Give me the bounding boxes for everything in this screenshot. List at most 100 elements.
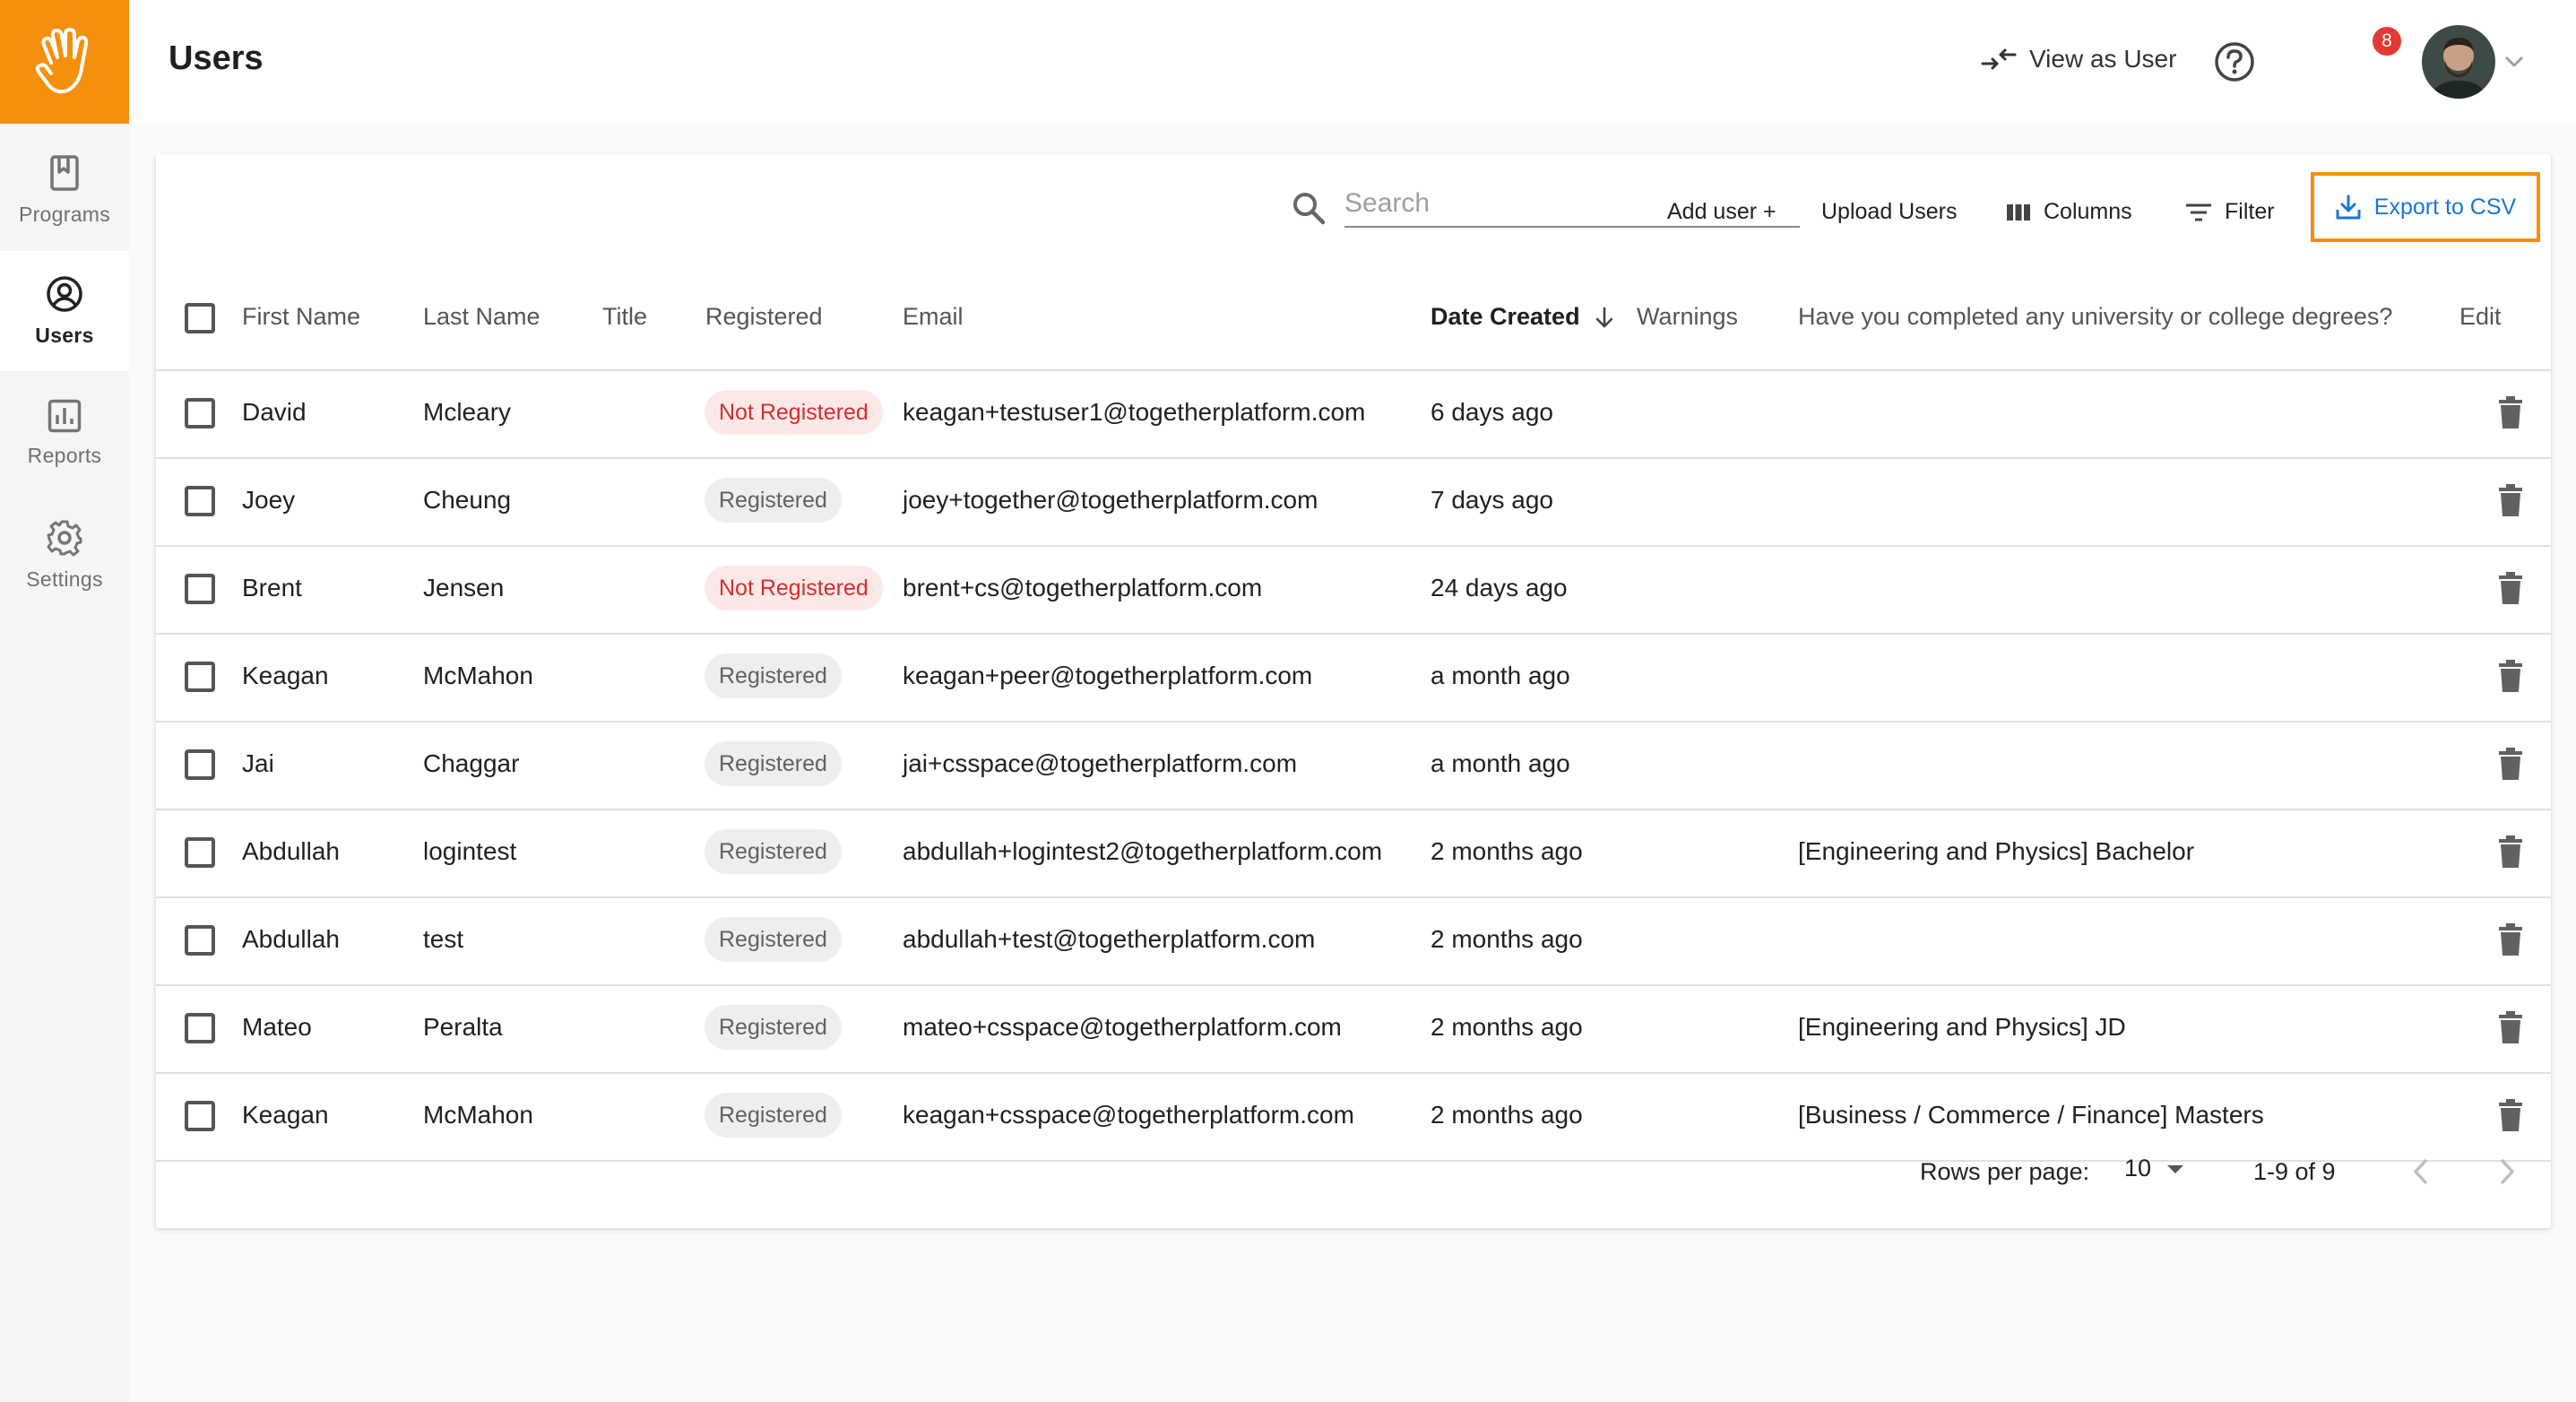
table-row[interactable]: David Mcleary Not Registered keagan+test…	[156, 369, 2551, 459]
table-row[interactable]: Mateo Peralta Registered mateo+csspace@t…	[156, 984, 2551, 1074]
cell-email: keagan+csspace@togetherplatform.com	[903, 1101, 1354, 1129]
app-logo[interactable]	[0, 0, 129, 124]
avatar[interactable]	[2422, 25, 2495, 99]
sidebar-item-users[interactable]: Users	[0, 251, 129, 371]
cell-date-created: 2 months ago	[1431, 837, 1583, 865]
rows-per-page-select[interactable]: 10	[2124, 1155, 2185, 1182]
pagination-range: 1-9 of 9	[2253, 1158, 2336, 1185]
sidebar-item-label: Settings	[26, 567, 103, 591]
trash-icon	[2499, 1011, 2522, 1043]
add-user-button[interactable]: Add user +	[1667, 199, 1776, 225]
column-header-title[interactable]: Title	[602, 303, 647, 331]
rows-per-page-value: 10	[2124, 1155, 2152, 1181]
cell-degree: [Engineering and Physics] Bachelor	[1798, 837, 2195, 865]
users-table-card: Add user + Upload Users Columns Filter E…	[156, 154, 2551, 1228]
cell-first-name: David	[242, 398, 307, 426]
cell-email: mateo+csspace@togetherplatform.com	[903, 1013, 1342, 1041]
caret-down-icon	[2167, 1164, 2184, 1173]
chevron-down-icon	[2505, 56, 2523, 67]
status-badge: Registered	[705, 653, 842, 698]
cell-first-name: Keagan	[242, 662, 329, 689]
cell-first-name: Brent	[242, 574, 302, 601]
delete-button[interactable]	[2497, 396, 2524, 433]
sidebar-item-settings[interactable]: Settings	[0, 495, 129, 615]
sidebar-item-programs[interactable]: Programs	[0, 130, 129, 250]
status-badge: Registered	[705, 741, 842, 786]
delete-button[interactable]	[2497, 484, 2524, 521]
add-user-label: Add user +	[1667, 199, 1776, 224]
select-all-checkbox[interactable]	[185, 303, 215, 333]
table-row[interactable]: Jai Chaggar Registered jai+csspace@toget…	[156, 721, 2551, 810]
view-as-user-button[interactable]: View as User	[1981, 45, 2176, 74]
page-title: Users	[169, 39, 264, 77]
table-row[interactable]: Abdullah logintest Registered abdullah+l…	[156, 809, 2551, 898]
table-row[interactable]: Joey Cheung Registered joey+together@tog…	[156, 457, 2551, 547]
columns-button[interactable]: Columns	[2006, 199, 2132, 225]
cell-last-name: logintest	[423, 837, 517, 865]
sidebar-item-label: Reports	[27, 443, 102, 467]
cell-date-created: 2 months ago	[1431, 925, 1583, 953]
cell-first-name: Abdullah	[242, 925, 340, 953]
top-header: Users	[129, 0, 2576, 124]
delete-button[interactable]	[2497, 835, 2524, 872]
delete-button[interactable]	[2497, 1011, 2524, 1048]
column-header-last-name[interactable]: Last Name	[423, 303, 540, 331]
status-badge: Registered	[705, 1093, 842, 1138]
cell-first-name: Keagan	[242, 1101, 329, 1129]
trash-icon	[2499, 660, 2522, 692]
row-checkbox[interactable]	[185, 574, 215, 604]
delete-button[interactable]	[2497, 1099, 2524, 1136]
column-header-warnings[interactable]: Warnings	[1637, 303, 1738, 331]
delete-button[interactable]	[2497, 748, 2524, 784]
column-header-email[interactable]: Email	[903, 303, 964, 331]
delete-button[interactable]	[2497, 923, 2524, 960]
row-checkbox[interactable]	[185, 1101, 215, 1131]
sidebar-item-reports[interactable]: Reports	[0, 373, 129, 493]
next-page-button[interactable]	[2494, 1156, 2520, 1191]
rows-per-page-label: Rows per page:	[1920, 1158, 2090, 1185]
row-checkbox[interactable]	[185, 925, 215, 956]
upload-users-button[interactable]: Upload Users	[1821, 199, 1957, 225]
table-row[interactable]: Brent Jensen Not Registered brent+cs@tog…	[156, 545, 2551, 635]
cell-degree: [Business / Commerce / Finance] Masters	[1798, 1101, 2264, 1129]
trash-icon	[2499, 396, 2522, 428]
row-checkbox[interactable]	[185, 398, 215, 428]
status-badge: Registered	[705, 478, 842, 523]
row-checkbox[interactable]	[185, 1013, 215, 1043]
help-button[interactable]	[2212, 39, 2257, 84]
cell-first-name: Mateo	[242, 1013, 312, 1041]
table-row[interactable]: Abdullah test Registered abdullah+test@t…	[156, 896, 2551, 986]
cell-first-name: Abdullah	[242, 837, 340, 865]
row-checkbox[interactable]	[185, 837, 215, 868]
arrow-down-icon	[1595, 307, 1613, 328]
filter-list-icon	[2186, 203, 2211, 221]
cell-first-name: Joey	[242, 486, 296, 514]
table-row[interactable]: Keagan McMahon Registered keagan+peer@to…	[156, 633, 2551, 723]
search-icon	[1291, 190, 1327, 230]
export-to-csv-button[interactable]: Export to CSV	[2311, 172, 2540, 242]
trash-icon	[2499, 835, 2522, 868]
cell-email: brent+cs@togetherplatform.com	[903, 574, 1263, 601]
column-header-first-name[interactable]: First Name	[242, 303, 360, 331]
cell-date-created: 2 months ago	[1431, 1013, 1583, 1041]
row-checkbox[interactable]	[185, 486, 215, 516]
cell-email: jai+csspace@togetherplatform.com	[903, 749, 1298, 777]
cell-email: keagan+testuser1@togetherplatform.com	[903, 398, 1366, 426]
delete-button[interactable]	[2497, 660, 2524, 697]
cell-last-name: Chaggar	[423, 749, 520, 777]
book-icon	[50, 154, 79, 191]
column-header-date-created[interactable]: Date Created	[1431, 303, 1615, 331]
filter-button[interactable]: Filter	[2185, 199, 2275, 225]
cell-last-name: Jensen	[423, 574, 505, 601]
sidebar: Programs Users Reports Settings	[0, 0, 129, 1402]
delete-button[interactable]	[2497, 572, 2524, 609]
account-menu-chevron[interactable]	[2503, 50, 2526, 78]
previous-page-button[interactable]	[2407, 1156, 2434, 1191]
column-header-registered[interactable]: Registered	[705, 303, 823, 331]
view-column-icon	[2007, 203, 2030, 221]
sidebar-item-label: Programs	[18, 202, 111, 226]
column-header-degrees[interactable]: Have you completed any university or col…	[1798, 303, 2392, 331]
row-checkbox[interactable]	[185, 749, 215, 780]
row-checkbox[interactable]	[185, 662, 215, 692]
cell-last-name: Cheung	[423, 486, 512, 514]
